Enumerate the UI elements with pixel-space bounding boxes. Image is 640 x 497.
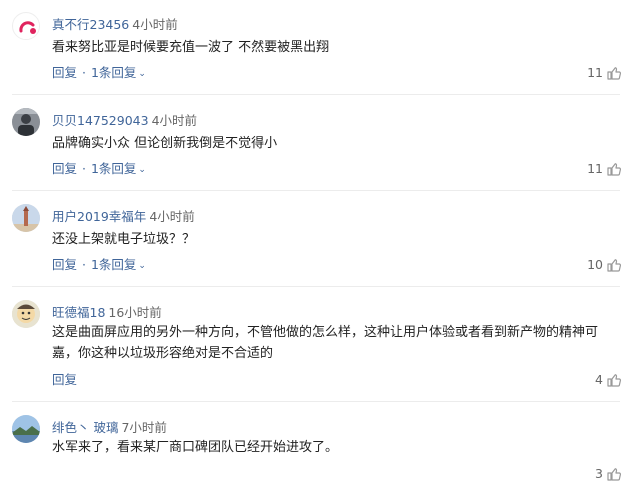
comment-text: 这是曲面屏应用的另外一种方向，不管他做的怎么样，这种让用户体验或者看到新产物的精… bbox=[52, 325, 599, 361]
reply-button[interactable]: 回复 bbox=[52, 65, 77, 80]
comment-actions: 回复 · 1条回复 ⌄ bbox=[52, 65, 146, 83]
like-count: 11 bbox=[587, 65, 603, 80]
chevron-down-icon: ⌄ bbox=[138, 69, 146, 79]
user-avatar[interactable] bbox=[12, 300, 40, 328]
thumbs-up-icon[interactable] bbox=[606, 466, 622, 482]
thumbs-up-icon[interactable] bbox=[606, 65, 622, 81]
photo-avatar-icon bbox=[12, 108, 40, 136]
like-count: 3 bbox=[595, 466, 603, 481]
comment-item: 贝贝147529043 4小时前 品牌确实小众 但论创新我倒是不觉得小 回复 · … bbox=[0, 106, 640, 191]
comment-header: 真不行23456 4小时前 bbox=[52, 17, 178, 33]
user-avatar[interactable] bbox=[12, 108, 40, 136]
view-replies-button[interactable]: 1条回复 ⌄ bbox=[91, 65, 146, 80]
landscape-avatar-icon bbox=[12, 415, 40, 443]
user-avatar[interactable] bbox=[12, 204, 40, 232]
divider bbox=[12, 286, 620, 287]
tower-avatar-icon bbox=[12, 204, 40, 232]
username[interactable]: 绯色丶 玻璃 bbox=[52, 420, 118, 435]
replies-count: 1条回复 bbox=[90, 65, 137, 80]
comment-time: 7小时前 bbox=[121, 420, 167, 435]
replies-count: 1条回复 bbox=[90, 257, 137, 272]
comment-time: 4小时前 bbox=[149, 209, 195, 224]
comment-text: 还没上架就电子垃圾？？ bbox=[52, 232, 196, 247]
separator: · bbox=[82, 161, 86, 176]
comment-header: 用户2019幸福年 4小时前 bbox=[52, 209, 195, 225]
like-count: 10 bbox=[587, 257, 603, 272]
comment-item: 真不行23456 4小时前 看来努比亚是时候要充值一波了 不然要被黑出翔 回复 ·… bbox=[0, 10, 640, 95]
like-count: 4 bbox=[595, 372, 603, 387]
thumbs-up-icon[interactable] bbox=[606, 161, 622, 177]
comment-time: 4小时前 bbox=[132, 17, 178, 32]
replies-count: 1条回复 bbox=[90, 161, 137, 176]
like-control[interactable]: 4 bbox=[595, 372, 622, 388]
comment-header: 绯色丶 玻璃 7小时前 bbox=[52, 420, 167, 436]
chevron-down-icon: ⌄ bbox=[138, 165, 146, 175]
separator: · bbox=[82, 65, 86, 80]
username[interactable]: 贝贝147529043 bbox=[52, 113, 149, 128]
comment-text: 看来努比亚是时候要充值一波了 不然要被黑出翔 bbox=[52, 40, 330, 55]
username[interactable]: 旺德福18 bbox=[52, 305, 105, 320]
divider bbox=[12, 190, 620, 191]
cartoon-avatar-icon bbox=[12, 300, 40, 328]
comment-text: 品牌确实小众 但论创新我倒是不觉得小 bbox=[52, 136, 278, 151]
chevron-down-icon: ⌄ bbox=[138, 261, 146, 271]
divider bbox=[12, 94, 620, 95]
reply-button[interactable]: 回复 bbox=[52, 372, 77, 387]
like-count: 11 bbox=[587, 161, 603, 176]
user-avatar[interactable] bbox=[12, 415, 40, 443]
comment-item: 旺德福18 16小时前 这是曲面屏应用的另外一种方向，不管他做的怎么样，这种让用户… bbox=[0, 298, 640, 402]
view-replies-button[interactable]: 1条回复 ⌄ bbox=[91, 257, 146, 272]
divider bbox=[12, 401, 620, 402]
like-control[interactable]: 10 bbox=[587, 257, 622, 273]
thumbs-up-icon[interactable] bbox=[606, 372, 622, 388]
comment-time: 4小时前 bbox=[151, 113, 198, 128]
username[interactable]: 真不行23456 bbox=[52, 17, 129, 32]
like-control[interactable]: 11 bbox=[587, 161, 622, 177]
comment-actions: 回复 · 1条回复 ⌄ bbox=[52, 161, 146, 179]
like-control[interactable]: 3 bbox=[595, 466, 622, 482]
comment-item: 用户2019幸福年 4小时前 还没上架就电子垃圾？？ 回复 · 1条回复 ⌄ 10 bbox=[0, 202, 640, 287]
thumbs-up-icon[interactable] bbox=[606, 257, 622, 273]
pink-logo-avatar-icon bbox=[14, 14, 39, 39]
separator: · bbox=[82, 257, 86, 272]
reply-button[interactable]: 回复 bbox=[52, 161, 77, 176]
reply-button[interactable]: 回复 bbox=[52, 257, 77, 272]
comment-time: 16小时前 bbox=[108, 305, 162, 320]
comment-actions: 回复 bbox=[52, 372, 77, 388]
comment-actions: 回复 · 1条回复 ⌄ bbox=[52, 257, 146, 275]
comment-text: 水军来了，看来某厂商口碑团队已经开始进攻了。 bbox=[52, 440, 339, 455]
comment-item: 绯色丶 玻璃 7小时前 水军来了，看来某厂商口碑团队已经开始进攻了。 3 bbox=[0, 413, 640, 497]
like-control[interactable]: 11 bbox=[587, 65, 622, 81]
comment-header: 贝贝147529043 4小时前 bbox=[52, 113, 197, 129]
user-avatar[interactable] bbox=[12, 12, 40, 40]
comment-header: 旺德福18 16小时前 bbox=[52, 305, 162, 321]
username[interactable]: 用户2019幸福年 bbox=[52, 209, 146, 224]
view-replies-button[interactable]: 1条回复 ⌄ bbox=[91, 161, 146, 176]
